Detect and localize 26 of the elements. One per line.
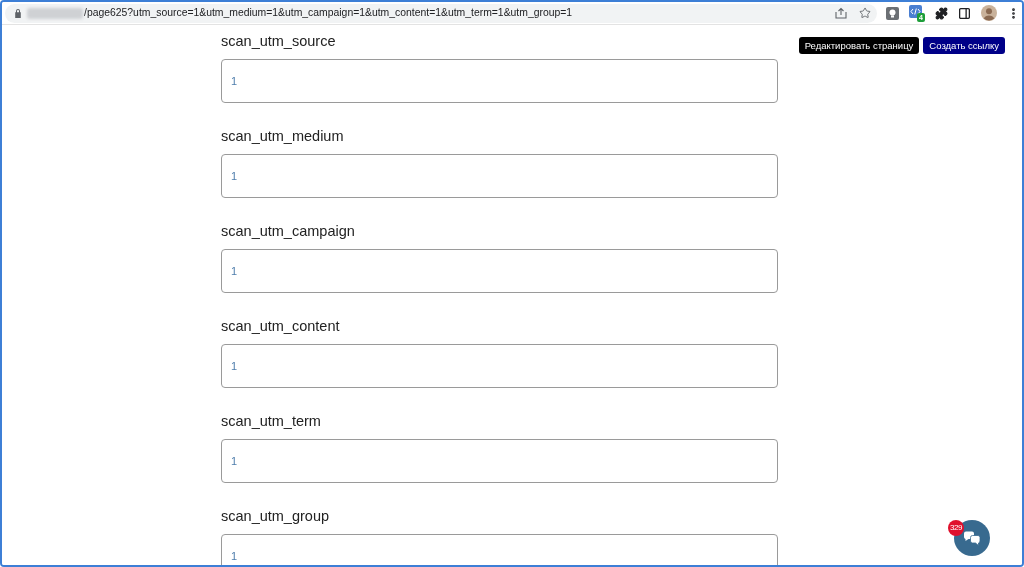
input-field[interactable]: 1 <box>221 59 778 103</box>
create-link-button[interactable]: Создать ссылку <box>923 37 1005 54</box>
edit-page-button[interactable]: Редактировать страницу <box>798 37 920 54</box>
redacted-text-block <box>27 7 83 19</box>
url-text: /page625?utm_source=1&utm_medium=1&utm_campaign=1&utm_content=1&utm_term=1&utm_group=1 <box>84 7 573 19</box>
field-label: scan_utm_term <box>221 412 321 431</box>
address-bar[interactable]: /page625?utm_source=1&utm_medium=1&utm_campaign=1&utm_content=1&utm_term=1&utm_group=1 <box>5 3 877 23</box>
sidebar-icon[interactable] <box>958 6 971 20</box>
input-field[interactable]: 1 <box>221 344 778 388</box>
puzzle-icon[interactable] <box>935 6 948 20</box>
field-label: scan_utm_content <box>221 317 340 336</box>
field-label: scan_utm_source <box>221 32 336 51</box>
field-label: scan_utm_group <box>221 507 329 526</box>
chat-bubbles-icon <box>963 530 981 546</box>
extension-icon[interactable] <box>886 6 899 20</box>
notification-badge: 329 <box>948 520 964 536</box>
input-field[interactable]: 1 <box>221 534 778 565</box>
field-label: scan_utm_campaign <box>221 222 355 241</box>
lock-icon <box>14 8 22 18</box>
avatar-icon[interactable] <box>981 5 997 21</box>
field-label: scan_utm_medium <box>221 127 344 146</box>
input-field[interactable]: 1 <box>221 249 778 293</box>
input-field[interactable]: 1 <box>221 439 778 483</box>
input-field[interactable]: 1 <box>221 154 778 198</box>
bookmark-star-icon[interactable] <box>859 7 871 19</box>
share-icon[interactable] <box>835 7 847 19</box>
